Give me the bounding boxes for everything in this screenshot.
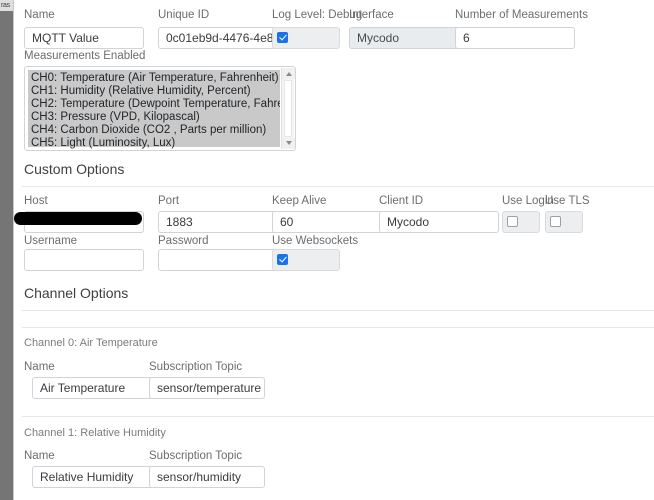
checkbox-unchecked-icon	[507, 216, 518, 228]
measurements-enabled-label: Measurements Enabled	[24, 50, 146, 62]
list-item[interactable]: CH2: Temperature (Dewpoint Temperature, …	[28, 98, 280, 111]
keep-alive-label: Keep Alive	[272, 195, 327, 207]
divider	[22, 327, 654, 328]
browser-tab-label: ras	[1, 2, 10, 9]
use-websockets-label: Use Websockets	[272, 235, 359, 247]
username-label: Username	[24, 235, 78, 247]
divider	[22, 416, 654, 417]
form-content: Name MQTT Value Unique ID 0c01eb9d-4476-…	[14, 0, 654, 500]
interface-input: Mycodo	[349, 27, 469, 49]
name-label: Name	[24, 9, 55, 21]
port-input[interactable]: 1883	[158, 211, 278, 233]
use-login-checkbox[interactable]	[502, 211, 540, 233]
number-of-measurements-label: Number of Measurements	[455, 9, 588, 21]
name-input[interactable]: MQTT Value	[24, 27, 144, 49]
channel-options-heading: Channel Options	[24, 285, 129, 301]
unique-id-input[interactable]: 0c01eb9d-4476-4e8a-809	[158, 27, 278, 49]
measurements-enabled-listbox[interactable]: CH0: Temperature (Air Temperature, Fahre…	[24, 66, 296, 151]
channel-1-heading: Channel 1: Relative Humidity	[24, 427, 166, 439]
checkbox-checked-icon	[277, 254, 288, 266]
divider	[22, 310, 654, 311]
interface-label: Interface	[349, 9, 394, 21]
username-input[interactable]	[24, 249, 144, 271]
use-websockets-checkbox[interactable]	[272, 249, 340, 271]
log-level-debug-checkbox[interactable]	[272, 27, 340, 49]
scrollbar-track[interactable]	[284, 80, 292, 137]
channel-1-topic-input[interactable]: sensor/humidity	[149, 466, 265, 488]
use-tls-label: Use TLS	[545, 195, 590, 207]
channel-1-name-label: Name	[24, 450, 55, 462]
password-label: Password	[158, 235, 209, 247]
listbox-scrollbar[interactable]	[281, 68, 295, 149]
list-item[interactable]: CH3: Pressure (VPD, Kilopascal)	[28, 111, 280, 124]
use-tls-checkbox[interactable]	[545, 211, 583, 233]
list-item[interactable]: CH0: Temperature (Air Temperature, Fahre…	[28, 72, 280, 85]
measurements-enabled-options: CH0: Temperature (Air Temperature, Fahre…	[28, 70, 280, 150]
list-item[interactable]: CH4: Carbon Dioxide (CO2 , Parts per mil…	[28, 124, 280, 137]
browser-chrome-strip	[0, 0, 13, 500]
keep-alive-input[interactable]: 60	[272, 211, 392, 233]
divider	[22, 186, 654, 187]
client-id-input[interactable]: Mycodo	[379, 211, 499, 233]
checkbox-checked-icon	[277, 32, 288, 44]
list-item[interactable]: CH5: Light (Luminosity, Lux)	[28, 137, 280, 150]
custom-options-heading: Custom Options	[24, 161, 125, 177]
channel-0-name-label: Name	[24, 361, 55, 373]
unique-id-label: Unique ID	[158, 9, 210, 21]
port-label: Port	[158, 195, 180, 207]
channel-0-topic-label: Subscription Topic	[149, 361, 243, 373]
channel-1-name-input[interactable]: Relative Humidity	[32, 466, 157, 488]
host-label: Host	[24, 195, 48, 207]
page-root: ras Name MQTT Value Unique ID 0c01eb9d-4…	[0, 0, 654, 500]
browser-tab[interactable]: ras	[0, 0, 13, 11]
password-input[interactable]	[158, 249, 278, 271]
client-id-label: Client ID	[379, 195, 424, 207]
channel-0-name-input[interactable]: Air Temperature	[32, 377, 157, 399]
number-of-measurements-input[interactable]: 6	[455, 27, 575, 49]
channel-0-topic-input[interactable]: sensor/temperature	[149, 377, 265, 399]
channel-1-topic-label: Subscription Topic	[149, 450, 243, 462]
scroll-up-icon[interactable]	[282, 68, 295, 79]
channel-0-heading: Channel 0: Air Temperature	[24, 337, 158, 349]
host-value-redaction	[14, 212, 142, 225]
list-item[interactable]: CH1: Humidity (Relative Humidity, Percen…	[28, 85, 280, 98]
checkbox-unchecked-icon	[550, 216, 561, 228]
scroll-down-icon[interactable]	[282, 138, 295, 149]
